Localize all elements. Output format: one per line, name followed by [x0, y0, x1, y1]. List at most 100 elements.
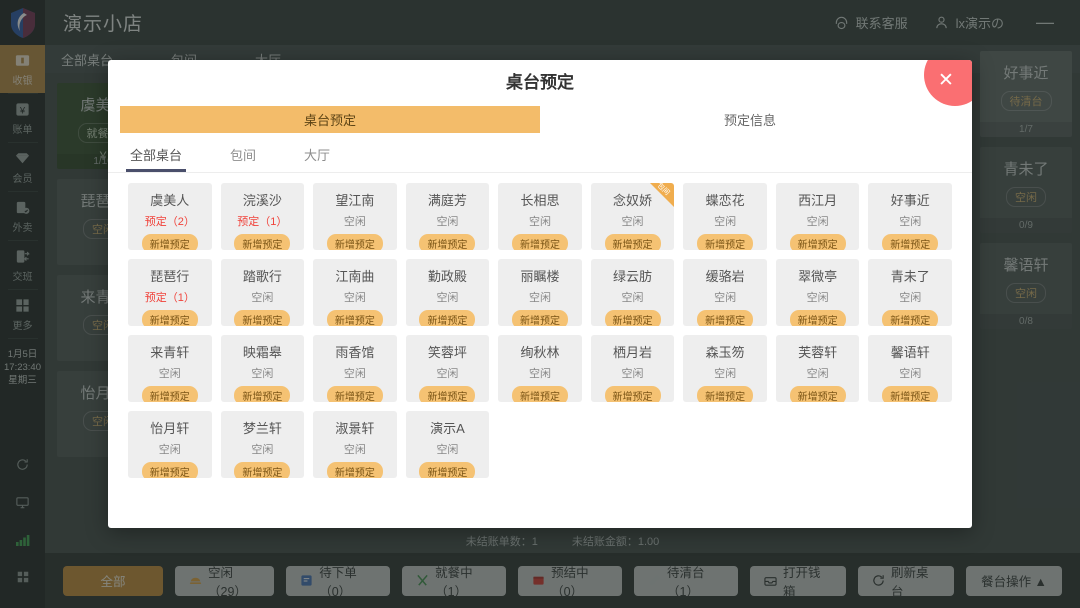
reservation-table-status: 空闲: [343, 292, 366, 304]
reservation-table-card[interactable]: 琵琶行 预定（1） 新增预定: [128, 259, 212, 326]
add-reservation-button[interactable]: 新增预定: [882, 234, 939, 250]
reservation-table-card[interactable]: 芙蓉轩 空闲 新增预定: [775, 335, 860, 402]
reservation-table-card[interactable]: 梦兰轩 空闲 新增预定: [220, 411, 305, 478]
add-reservation-button[interactable]: 新增预定: [697, 310, 754, 326]
add-reservation-button[interactable]: 新增预定: [697, 234, 754, 250]
reservation-table-card[interactable]: 栖月岩 空闲 新增预定: [590, 335, 675, 402]
add-reservation-button[interactable]: 新增预定: [234, 462, 291, 478]
reservation-table-card[interactable]: 长相思 空闲 新增预定: [498, 183, 582, 250]
reservation-table-card[interactable]: 淑景轩 空闲 新增预定: [313, 411, 397, 478]
reservation-table-name: 满庭芳: [427, 193, 467, 208]
add-reservation-button[interactable]: 新增预定: [141, 310, 198, 326]
reservation-table-status: 空闲: [806, 292, 829, 304]
reservation-table-card[interactable]: 青未了 空闲 新增预定: [868, 259, 952, 326]
add-reservation-button[interactable]: 新增预定: [882, 310, 939, 326]
add-reservation-button[interactable]: 新增预定: [697, 386, 754, 402]
reservation-table-status: 空闲: [158, 368, 181, 380]
reservation-table-card[interactable]: 江南曲 空闲 新增预定: [313, 259, 397, 326]
add-reservation-button[interactable]: 新增预定: [604, 310, 661, 326]
add-reservation-button[interactable]: 新增预定: [882, 386, 939, 402]
dialog-subtabs: 全部桌台 包间 大厅: [108, 133, 972, 173]
reservation-table-card[interactable]: 浣溪沙 预定（1） 新增预定: [220, 183, 305, 250]
reservation-table-card[interactable]: 虞美人 预定（2） 新增预定: [128, 183, 212, 250]
reservation-table-status: 空闲: [714, 292, 737, 304]
reservation-table-status: 空闲: [251, 292, 274, 304]
reservation-table-card[interactable]: 笑蓉坪 空闲 新增预定: [405, 335, 490, 402]
app-window: 演示小店 联系客服 lx演示の —: [0, 0, 1080, 608]
add-reservation-button[interactable]: 新增预定: [326, 234, 383, 250]
reservation-table-card[interactable]: 勤政殿 空闲 新增预定: [405, 259, 490, 326]
reservation-table-card[interactable]: 好事近 空闲 新增预定: [868, 183, 952, 250]
reservation-table-name: 绿云肪: [613, 269, 653, 284]
add-reservation-button[interactable]: 新增预定: [419, 386, 476, 402]
reservation-table-name: 踏歌行: [242, 269, 282, 284]
reservation-table-card[interactable]: 雨香馆 空闲 新增预定: [313, 335, 397, 402]
reservation-table-status: 空闲: [714, 216, 737, 228]
reservation-table-status: 空闲: [899, 216, 922, 228]
reservation-table-name: 勤政殿: [427, 269, 467, 284]
reservation-table-name: 绚秋林: [520, 345, 560, 360]
add-reservation-button[interactable]: 新增预定: [604, 386, 661, 402]
reservation-table-status: 空闲: [806, 216, 829, 228]
segment-reservation[interactable]: 桌台预定: [120, 106, 540, 133]
reservation-table-card[interactable]: 踏歌行 空闲 新增预定: [220, 259, 305, 326]
reservation-table-status: 空闲: [899, 368, 922, 380]
reservation-table-name: 江南曲: [335, 269, 375, 284]
add-reservation-button[interactable]: 新增预定: [789, 310, 846, 326]
reservation-table-status: 空闲: [621, 292, 644, 304]
reservation-table-name: 栖月岩: [613, 345, 653, 360]
add-reservation-button[interactable]: 新增预定: [141, 386, 198, 402]
reservation-table-name: 梦兰轩: [242, 421, 282, 436]
subtab-all-tables[interactable]: 全部桌台: [125, 145, 187, 172]
reservation-table-status: 空闲: [436, 216, 459, 228]
add-reservation-button[interactable]: 新增预定: [234, 310, 291, 326]
reservation-table-card[interactable]: 演示A 空闲 新增预定: [405, 411, 490, 478]
add-reservation-button[interactable]: 新增预定: [789, 234, 846, 250]
reservation-table-card[interactable]: 缓骆岩 空闲 新增预定: [683, 259, 767, 326]
reservation-table-card[interactable]: 望江南 空闲 新增预定: [313, 183, 397, 250]
add-reservation-button[interactable]: 新增预定: [141, 234, 198, 250]
dialog-title: 桌台预定: [506, 73, 574, 92]
reservation-table-card[interactable]: 森玉笏 空闲 新增预定: [683, 335, 767, 402]
subtab-private-rooms[interactable]: 包间: [230, 145, 256, 172]
add-reservation-button[interactable]: 新增预定: [419, 462, 476, 478]
reservation-table-card[interactable]: 怡月轩 空闲 新增预定: [128, 411, 212, 478]
subtab-hall[interactable]: 大厅: [304, 145, 330, 172]
add-reservation-button[interactable]: 新增预定: [511, 386, 568, 402]
segment-reservation-info[interactable]: 预定信息: [540, 106, 960, 133]
reservation-table-name: 蝶恋花: [705, 193, 745, 208]
reservation-table-status: 空闲: [621, 216, 644, 228]
reservation-table-card[interactable]: 包间 念奴娇 空闲 新增预定: [590, 183, 675, 250]
reservation-table-name: 西江月: [798, 193, 838, 208]
reservation-table-card[interactable]: 满庭芳 空闲 新增预定: [405, 183, 490, 250]
add-reservation-button[interactable]: 新增预定: [419, 310, 476, 326]
reservation-table-card[interactable]: 西江月 空闲 新增预定: [775, 183, 860, 250]
reservation-table-card[interactable]: 来青轩 空闲 新增预定: [128, 335, 212, 402]
reservation-table-card[interactable]: 绚秋林 空闲 新增预定: [498, 335, 582, 402]
reservation-table-name: 浣溪沙: [242, 193, 282, 208]
add-reservation-button[interactable]: 新增预定: [789, 386, 846, 402]
reservation-table-card[interactable]: 映霜皋 空闲 新增预定: [220, 335, 305, 402]
reservation-table-status: 空闲: [528, 216, 551, 228]
reservation-table-card[interactable]: 馨语轩 空闲 新增预定: [868, 335, 952, 402]
reservation-table-card[interactable]: 丽瞩楼 空闲 新增预定: [498, 259, 582, 326]
add-reservation-button[interactable]: 新增预定: [326, 386, 383, 402]
add-reservation-button[interactable]: 新增预定: [511, 234, 568, 250]
reservation-table-grid: 虞美人 预定（2） 新增预定 浣溪沙 预定（1） 新增预定 望江南 空闲 新增预定 满庭芳 空闲 新增…: [108, 173, 972, 528]
reservation-table-card[interactable]: 蝶恋花 空闲 新增预定: [683, 183, 767, 250]
reservation-table-name: 森玉笏: [705, 345, 745, 360]
reservation-table-name: 青未了: [890, 269, 930, 284]
add-reservation-button[interactable]: 新增预定: [511, 310, 568, 326]
add-reservation-button[interactable]: 新增预定: [419, 234, 476, 250]
add-reservation-button[interactable]: 新增预定: [234, 234, 291, 250]
add-reservation-button[interactable]: 新增预定: [604, 234, 661, 250]
add-reservation-button[interactable]: 新增预定: [234, 386, 291, 402]
add-reservation-button[interactable]: 新增预定: [141, 462, 198, 478]
reservation-table-card[interactable]: 绿云肪 空闲 新增预定: [590, 259, 675, 326]
reservation-table-card[interactable]: 翠微亭 空闲 新增预定: [775, 259, 860, 326]
reservation-table-name: 望江南: [335, 193, 375, 208]
add-reservation-button[interactable]: 新增预定: [326, 310, 383, 326]
reservation-table-status: 空闲: [621, 368, 644, 380]
add-reservation-button[interactable]: 新增预定: [326, 462, 383, 478]
reservation-table-name: 好事近: [890, 193, 930, 208]
